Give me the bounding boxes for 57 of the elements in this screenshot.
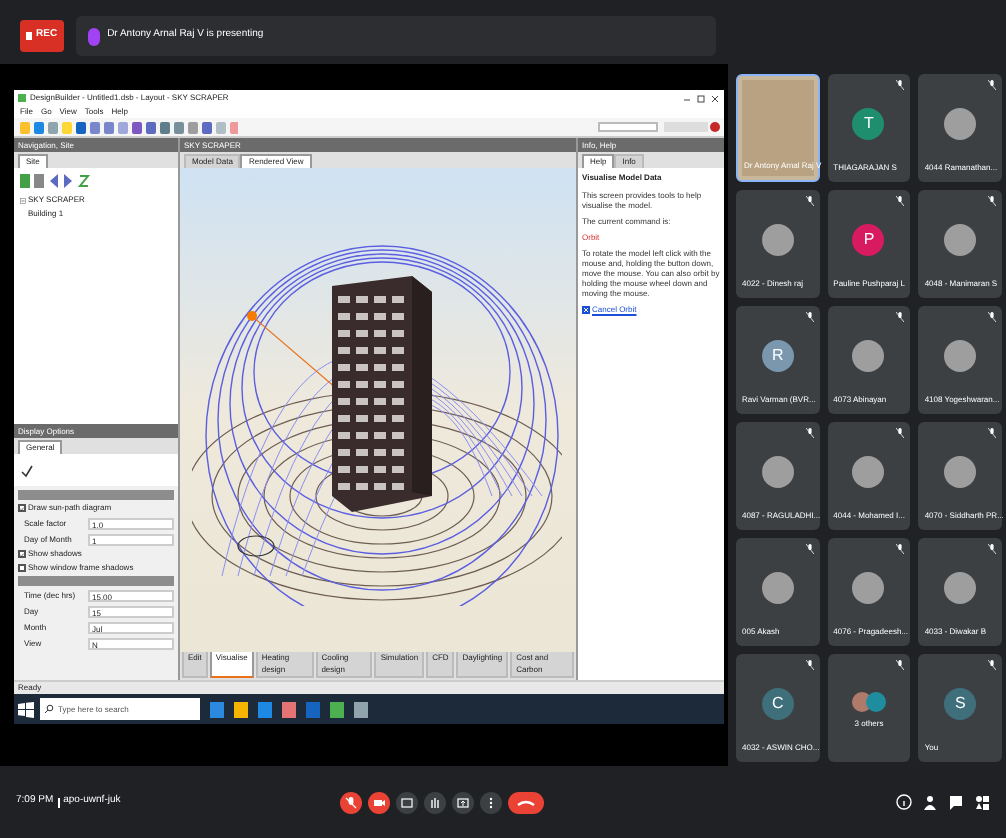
microphone-off-icon [988, 312, 996, 322]
microphone-off-icon [805, 660, 814, 670]
microphone-off-icon [805, 196, 814, 206]
rendered-viewport[interactable] [180, 168, 576, 652]
windows-start-icon[interactable] [18, 701, 34, 717]
microphone-off-icon [805, 544, 814, 554]
activities-icon[interactable] [973, 794, 990, 810]
avatar-photo-placeholder [852, 340, 885, 372]
info-icon[interactable] [895, 794, 912, 810]
microphone-off-icon [988, 544, 996, 554]
checkbox[interactable] [18, 564, 26, 572]
minimize-icon[interactable] [682, 93, 692, 103]
camera-off-button[interactable] [368, 791, 391, 813]
toolbar-field[interactable] [664, 122, 708, 132]
dropdown-field[interactable] [598, 122, 658, 132]
search-icon [44, 704, 54, 714]
more-options-button[interactable] [480, 791, 503, 813]
toolbar-icons-drawing[interactable] [18, 119, 238, 135]
checkmark-icon [20, 463, 34, 477]
avatar-photo-placeholder [852, 456, 885, 488]
presenting-icon [87, 27, 100, 45]
avatar-photo-placeholder [761, 572, 794, 604]
avatar-photo-placeholder [852, 572, 885, 604]
avatar-photo-placeholder [944, 108, 977, 140]
captions-button[interactable] [396, 791, 419, 813]
microphone-off-icon [988, 196, 996, 206]
end-call-button[interactable] [508, 791, 545, 813]
present-button[interactable] [452, 791, 475, 813]
microphone-off-icon [988, 80, 996, 90]
microphone-off-icon [988, 660, 996, 670]
microphone-off-icon [988, 428, 996, 438]
microphone-off-icon [896, 660, 905, 670]
avatar-photo-placeholder [761, 224, 794, 256]
avatar-photo-placeholder [944, 340, 977, 372]
microphone-off-icon [896, 80, 905, 90]
microphone-off-icon [805, 312, 814, 322]
app-badge-icon [710, 122, 720, 132]
hand-raise-button[interactable] [424, 791, 447, 813]
people-icon[interactable] [921, 794, 938, 810]
record-icon [26, 32, 32, 40]
video-placeholder [742, 80, 814, 176]
avatar-photo-placeholder [944, 456, 977, 488]
close-icon[interactable] [710, 93, 720, 103]
avatar-photo-placeholder [944, 224, 977, 256]
microphone-off-icon [805, 428, 814, 438]
chat-icon[interactable] [947, 794, 964, 810]
avatar-photo-placeholder [761, 456, 794, 488]
microphone-off-icon [896, 196, 905, 206]
microphone-off-icon [896, 312, 905, 322]
checkbox[interactable] [18, 550, 26, 558]
maximize-icon[interactable] [696, 93, 706, 103]
microphone-off-icon [896, 544, 905, 554]
microphone-off-button[interactable] [340, 791, 363, 813]
app-logo-icon [18, 94, 26, 102]
microphone-off-icon [896, 428, 905, 438]
checkbox[interactable] [18, 504, 26, 512]
avatar-photo-placeholder [944, 572, 977, 604]
